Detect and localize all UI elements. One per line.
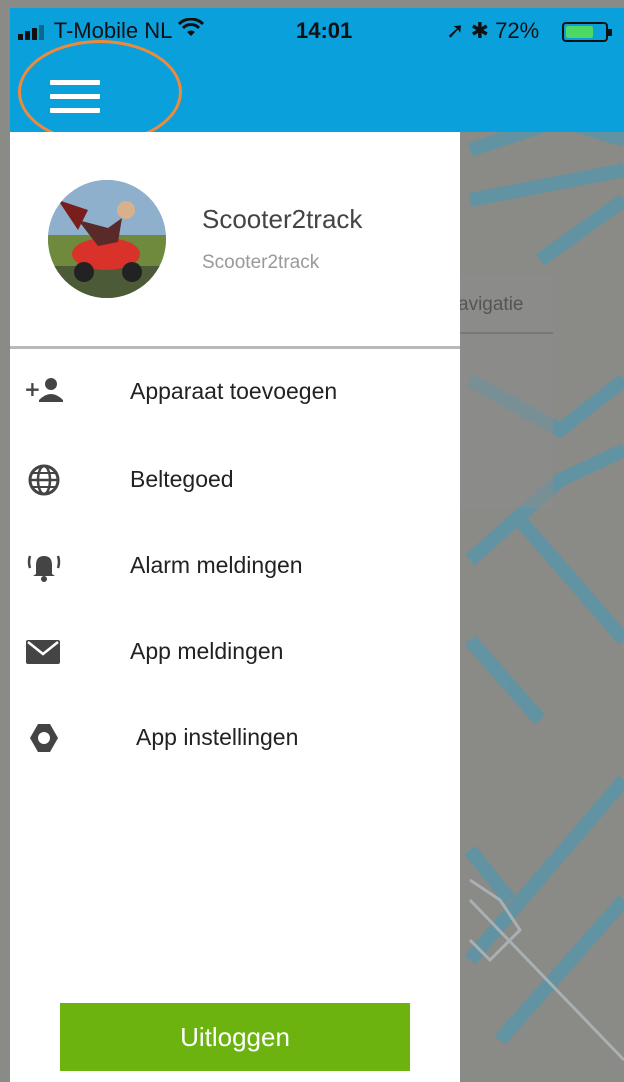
battery-fill	[566, 26, 593, 38]
navigation-drawer: Scooter2track Scooter2track + Apparaat t…	[10, 132, 460, 1082]
menu-item-apparaat-toevoegen[interactable]: + Apparaat toevoegen	[10, 358, 460, 428]
highlight-annotation	[18, 40, 182, 144]
envelope-icon	[24, 634, 64, 670]
map-panel-divider	[445, 332, 553, 334]
menu-item-beltegoed[interactable]: Beltegoed	[10, 446, 460, 516]
signal-icon	[18, 25, 44, 41]
menu-item-label: App meldingen	[130, 638, 284, 664]
map-navigation-label: avigatie	[458, 294, 524, 315]
profile-header: Scooter2track Scooter2track	[10, 132, 460, 346]
gear-icon	[24, 720, 64, 756]
menu-item-app-meldingen[interactable]: App meldingen	[10, 618, 460, 688]
svg-text:+: +	[24, 377, 41, 401]
battery-icon	[562, 22, 612, 42]
alarm-bell-icon	[24, 548, 64, 584]
add-person-icon: +	[24, 374, 64, 410]
menu-item-label: App instellingen	[136, 724, 299, 750]
carrier-label: T-Mobile NL	[53, 18, 172, 43]
globe-icon	[24, 462, 64, 498]
menu-item-app-instellingen[interactable]: App instellingen	[10, 704, 460, 774]
avatar	[48, 180, 166, 298]
menu-item-label: Beltegoed	[130, 466, 234, 492]
battery-percent: 72%	[495, 18, 540, 43]
menu-item-alarm-meldingen[interactable]: Alarm meldingen	[10, 532, 460, 602]
menu-item-label: Apparaat toevoegen	[130, 378, 338, 404]
location-icon: ➚	[446, 18, 465, 43]
battery-tip	[608, 29, 612, 36]
profile-name: Scooter2track	[202, 204, 363, 234]
logout-button[interactable]: Uitloggen	[60, 1003, 410, 1071]
divider	[10, 346, 460, 349]
wifi-icon	[177, 18, 204, 36]
clock: 14:01	[296, 18, 353, 43]
profile-subtitle: Scooter2track	[202, 252, 320, 273]
status-right: ➚ ✱ 72%	[446, 18, 539, 44]
menu-item-label: Alarm meldingen	[130, 552, 303, 578]
bluetooth-icon: ✱	[470, 18, 489, 43]
